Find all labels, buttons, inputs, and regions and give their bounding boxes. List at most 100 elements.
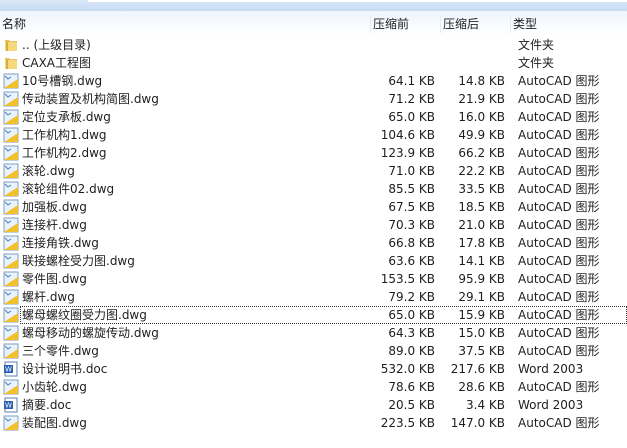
file-name: 联接螺栓受力图.dwg	[22, 254, 135, 268]
doc-file-icon: W	[3, 361, 19, 377]
size-after: 18.5 KB	[458, 200, 505, 214]
file-name: 工作机构1.dwg	[22, 128, 107, 142]
size-before: 71.0 KB	[388, 164, 435, 178]
file-type: Word 2003	[518, 398, 584, 412]
file-row[interactable]: 螺杆.dwg 79.2 KB 29.1 KB AutoCAD 图形	[0, 288, 627, 306]
file-type: AutoCAD 图形	[518, 344, 600, 358]
file-name: 螺母移动的螺旋传动.dwg	[22, 326, 159, 340]
file-row[interactable]: 滚轮组件02.dwg 85.5 KB 33.5 KB AutoCAD 图形	[0, 180, 627, 198]
file-name: 定位支承板.dwg	[22, 110, 111, 124]
column-before[interactable]: 压缩前	[370, 15, 409, 33]
file-type: AutoCAD 图形	[518, 74, 600, 88]
dwg-file-icon	[3, 91, 19, 107]
column-header: 名称 压缩前 压缩后 类型	[0, 11, 627, 35]
file-type: AutoCAD 图形	[518, 164, 600, 178]
dwg-file-icon	[3, 109, 19, 125]
dwg-file-icon	[3, 181, 19, 197]
file-row[interactable]: 传动装置及机构简图.dwg 71.2 KB 21.9 KB AutoCAD 图形	[0, 90, 627, 108]
file-name: 摘要.doc	[22, 398, 72, 412]
file-row[interactable]: 连接角铁.dwg 66.8 KB 17.8 KB AutoCAD 图形	[0, 234, 627, 252]
dwg-file-icon	[3, 271, 19, 287]
file-row[interactable]: 三个零件.dwg 89.0 KB 37.5 KB AutoCAD 图形	[0, 342, 627, 360]
file-type: AutoCAD 图形	[518, 272, 600, 286]
size-before: 123.9 KB	[380, 146, 435, 160]
file-type: AutoCAD 图形	[518, 218, 600, 232]
dwg-file-icon	[3, 379, 19, 395]
file-type: AutoCAD 图形	[518, 380, 600, 394]
dwg-file-icon	[3, 73, 19, 89]
file-row[interactable]: 工作机构2.dwg 123.9 KB 66.2 KB AutoCAD 图形	[0, 144, 627, 162]
size-after: 17.8 KB	[458, 236, 505, 250]
dwg-file-icon	[3, 127, 19, 143]
file-row[interactable]: W 摘要.doc 20.5 KB 3.4 KB Word 2003	[0, 396, 627, 414]
svg-text:W: W	[5, 402, 12, 410]
file-row[interactable]: 连接杆.dwg 70.3 KB 21.0 KB AutoCAD 图形	[0, 216, 627, 234]
dwg-file-icon	[3, 253, 19, 269]
file-type: Word 2003	[518, 362, 584, 376]
file-type: AutoCAD 图形	[518, 128, 600, 142]
file-name: 装配图.dwg	[22, 416, 87, 430]
file-name: CAXA工程图	[22, 56, 92, 70]
column-name[interactable]: 名称	[0, 15, 26, 33]
file-name: .. (上级目录)	[22, 38, 91, 52]
dwg-file-icon	[3, 235, 19, 251]
file-type: AutoCAD 图形	[518, 146, 600, 160]
file-name: 连接杆.dwg	[22, 218, 87, 232]
size-before: 67.5 KB	[388, 200, 435, 214]
size-after: 22.2 KB	[458, 164, 505, 178]
file-name: 加强板.dwg	[22, 200, 87, 214]
size-after: 66.2 KB	[458, 146, 505, 160]
file-type: AutoCAD 图形	[518, 182, 600, 196]
file-row[interactable]: 联接螺栓受力图.dwg 63.6 KB 14.1 KB AutoCAD 图形	[0, 252, 627, 270]
dwg-file-icon	[3, 325, 19, 341]
file-row[interactable]: 零件图.dwg 153.5 KB 95.9 KB AutoCAD 图形	[0, 270, 627, 288]
file-name: 10号槽钢.dwg	[22, 74, 103, 88]
size-before: 85.5 KB	[388, 182, 435, 196]
file-name: 连接角铁.dwg	[22, 236, 99, 250]
dwg-file-icon	[3, 415, 19, 431]
file-name: 三个零件.dwg	[22, 344, 99, 358]
file-type: AutoCAD 图形	[518, 254, 600, 268]
file-name: 设计说明书.doc	[22, 362, 108, 376]
file-name: 传动装置及机构简图.dwg	[22, 92, 159, 106]
svg-text:W: W	[5, 366, 12, 374]
size-before: 63.6 KB	[388, 254, 435, 268]
file-row[interactable]: 10号槽钢.dwg 64.1 KB 14.8 KB AutoCAD 图形	[0, 72, 627, 90]
file-row[interactable]: 小齿轮.dwg 78.6 KB 28.6 KB AutoCAD 图形	[0, 378, 627, 396]
file-row[interactable]: W 设计说明书.doc 532.0 KB 217.6 KB Word 2003	[0, 360, 627, 378]
size-after: 14.1 KB	[458, 254, 505, 268]
size-before: 89.0 KB	[388, 344, 435, 358]
column-after[interactable]: 压缩后	[440, 15, 479, 33]
file-row[interactable]: 装配图.dwg 223.5 KB 147.0 KB AutoCAD 图形	[0, 414, 627, 432]
dwg-file-icon	[3, 289, 19, 305]
size-before: 65.0 KB	[388, 110, 435, 124]
size-before: 532.0 KB	[380, 362, 435, 376]
dwg-file-icon	[3, 199, 19, 215]
size-after: 29.1 KB	[458, 290, 505, 304]
doc-file-icon: W	[3, 397, 19, 413]
column-type[interactable]: 类型	[510, 15, 537, 33]
size-before: 71.2 KB	[388, 92, 435, 106]
file-row[interactable]: 定位支承板.dwg 65.0 KB 16.0 KB AutoCAD 图形	[0, 108, 627, 126]
folder-file-icon	[3, 55, 19, 71]
file-name: 工作机构2.dwg	[22, 146, 107, 160]
file-type: AutoCAD 图形	[518, 416, 600, 430]
file-type: AutoCAD 图形	[518, 326, 600, 340]
size-before: 64.1 KB	[388, 74, 435, 88]
file-row[interactable]: CAXA工程图 文件夹	[0, 54, 627, 72]
file-type: AutoCAD 图形	[518, 200, 600, 214]
size-after: 33.5 KB	[458, 182, 505, 196]
file-name: 零件图.dwg	[22, 272, 87, 286]
file-row[interactable]: 滚轮.dwg 71.0 KB 22.2 KB AutoCAD 图形	[0, 162, 627, 180]
file-row[interactable]: 工作机构1.dwg 104.6 KB 49.9 KB AutoCAD 图形	[0, 126, 627, 144]
file-type: 文件夹	[518, 38, 555, 52]
file-list: .. (上级目录) 文件夹 CAXA工程图 文件夹 10号槽钢.dwg 64.1…	[0, 36, 627, 432]
file-row[interactable]: 螺母螺纹圈受力图.dwg 65.0 KB 15.9 KB AutoCAD 图形	[0, 306, 627, 324]
size-after: 147.0 KB	[450, 416, 505, 430]
file-row[interactable]: 螺母移动的螺旋传动.dwg 64.3 KB 15.0 KB AutoCAD 图形	[0, 324, 627, 342]
file-row[interactable]: .. (上级目录) 文件夹	[0, 36, 627, 54]
file-name: 螺杆.dwg	[22, 290, 75, 304]
size-before: 153.5 KB	[380, 272, 435, 286]
file-row[interactable]: 加强板.dwg 67.5 KB 18.5 KB AutoCAD 图形	[0, 198, 627, 216]
size-after: 49.9 KB	[458, 128, 505, 142]
